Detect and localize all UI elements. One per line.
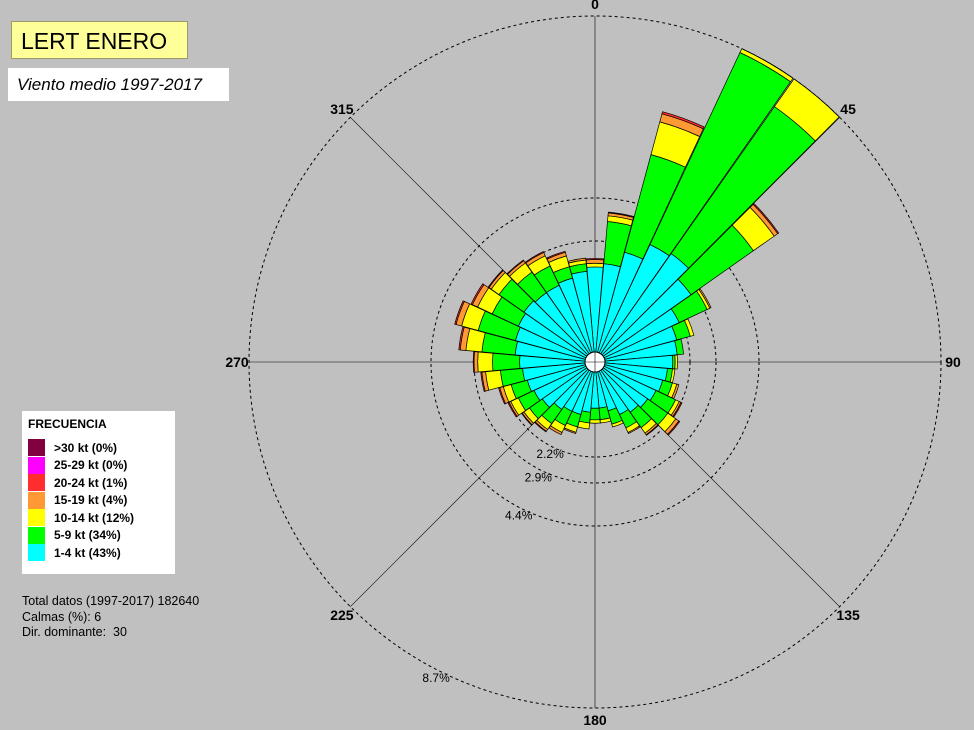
legend-item: 10-14 kt (12%): [28, 509, 175, 527]
legend-item: 20-24 kt (1%): [28, 474, 175, 492]
legend-swatch: [28, 456, 45, 474]
direction-label-90: 90: [945, 354, 961, 370]
legend-swatch: [28, 544, 45, 562]
legend-swatch: [28, 509, 45, 527]
legend-swatch: [28, 491, 45, 509]
legend-item: 25-29 kt (0%): [28, 456, 175, 475]
bar-270-2024kt: [472, 351, 475, 373]
legend-label: 25-29 kt (0%): [54, 458, 128, 473]
total-data-text: Total datos (1997-2017) 182640: [22, 594, 200, 608]
bar-0-1014kt: [586, 262, 604, 268]
frequency-legend: FRECUENCIA >30 kt (0%) 25-29 kt (0%) 20-…: [22, 411, 175, 574]
legend-swatch: [28, 526, 45, 544]
legend-item: 1-4 kt (43%): [28, 544, 175, 562]
ring-label-2.2%: 2.2%: [536, 447, 564, 461]
calm-circle: [584, 351, 606, 373]
legend-label: 10-14 kt (12%): [54, 510, 135, 525]
legend-label: 5-9 kt (34%): [54, 528, 121, 543]
legend-swatch: [28, 474, 45, 492]
legend-swatch: [28, 439, 45, 457]
bar-270-1519kt: [473, 351, 479, 373]
period-subtitle: Viento medio 1997-2017: [8, 68, 229, 101]
bar-180-59kt: [589, 407, 601, 421]
legend-item: 15-19 kt (4%): [28, 491, 175, 510]
legend-label: >30 kt (0%): [54, 440, 118, 455]
ring-labels: 2.2% 2.9% 4.4% 8.7%: [422, 447, 564, 685]
legend-title: FRECUENCIA: [28, 417, 107, 431]
bar-0-2024kt: [585, 258, 605, 261]
legend-label: 20-24 kt (1%): [54, 475, 128, 490]
direction-label-135: 135: [836, 607, 860, 623]
ring-label-2.9%: 2.9%: [525, 470, 553, 484]
calms-text: Calmas (%): 6: [22, 609, 102, 624]
dominant-direction-text: Dir. dominante: 30: [22, 625, 127, 639]
ring-label-8.7%: 8.7%: [422, 671, 450, 685]
bar-0-1519kt: [585, 259, 605, 264]
ring-label-4.4%: 4.4%: [505, 509, 533, 523]
legend-label: 15-19 kt (4%): [54, 493, 128, 508]
direction-label-180: 180: [583, 712, 607, 728]
direction-label-315: 315: [330, 101, 354, 117]
bar-270-1014kt: [477, 351, 494, 373]
direction-label-0: 0: [591, 0, 599, 12]
legend-item: 5-9 kt (34%): [28, 526, 175, 545]
bar-90-1014kt: [674, 354, 678, 370]
legend-item: >30 kt (0%): [28, 439, 175, 457]
direction-label-45: 45: [840, 101, 856, 117]
bar-270-59kt: [492, 352, 521, 372]
direction-label-270: 270: [225, 354, 249, 370]
legend-label: 1-4 kt (43%): [54, 545, 121, 560]
wind-bars: [454, 48, 840, 436]
station-title: LERT ENERO: [11, 21, 188, 59]
bar-180-1014kt: [589, 419, 601, 424]
direction-label-225: 225: [330, 607, 354, 623]
data-summary: Total datos (1997-2017) 182640 Calmas (%…: [22, 594, 199, 641]
